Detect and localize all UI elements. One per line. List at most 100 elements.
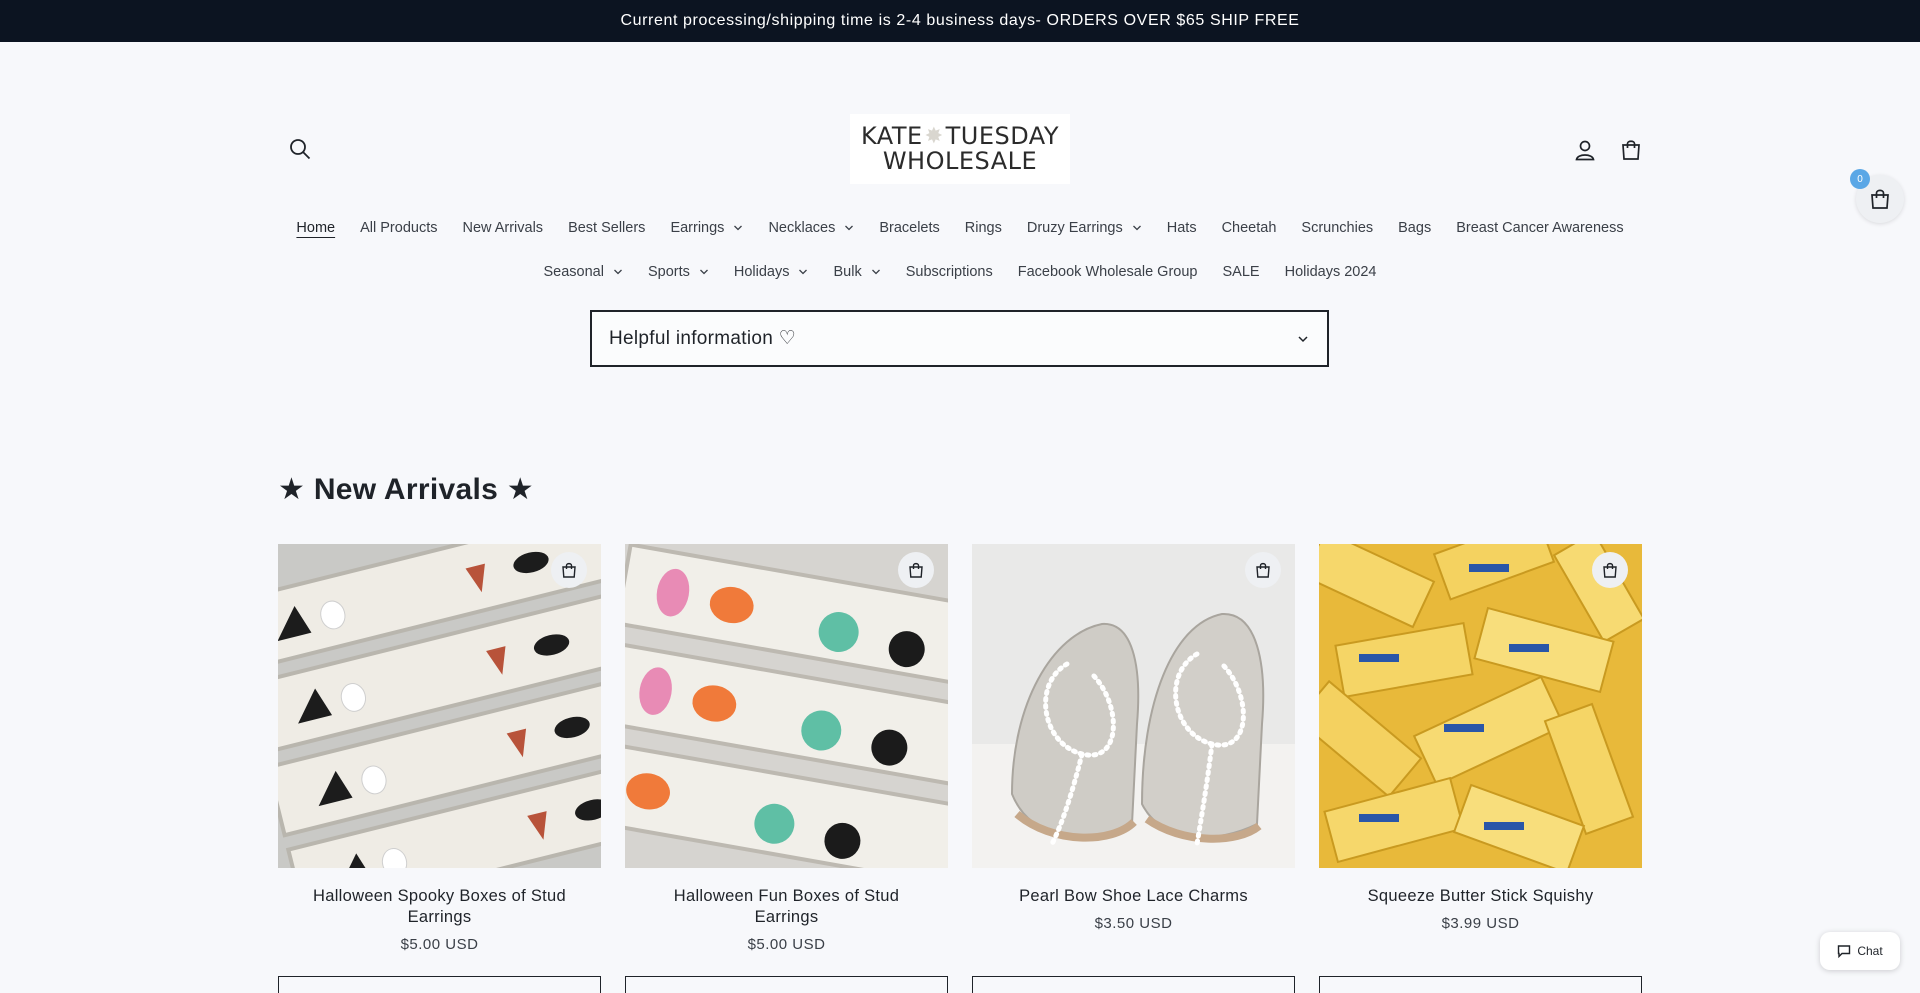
butter-squishy-photo [1319,544,1642,868]
nav-item-subscriptions[interactable]: Subscriptions [893,262,1005,282]
nav-item-bulk[interactable]: Bulk [821,262,893,282]
chevron-down-icon [845,225,854,231]
product-card[interactable]: Squeeze Butter Stick Squishy $3.99 USD [1319,544,1642,993]
main-nav-row-1: Home All Products New Arrivals Best Sellers… [0,218,1920,238]
product-grid: Halloween Spooky Boxes of Stud Earrings … [278,544,1642,993]
product-image[interactable] [972,544,1295,868]
nav-item-label: SALE [1222,264,1260,280]
nav-item-label: Subscriptions [905,264,993,280]
chevron-down-icon [871,269,880,275]
nav-item-label: Bulk [833,264,862,280]
announcement-text: Current processing/shipping time is 2-4 … [620,12,1300,29]
quick-add-button[interactable] [1592,552,1628,588]
cart-button[interactable] [1616,135,1646,165]
nav-item-necklaces[interactable]: Necklaces [756,218,867,238]
nav-item-best-sellers[interactable]: Best Sellers [556,218,658,238]
nav-item-label: Breast Cancer Awareness [1456,220,1624,236]
quick-add-button[interactable] [898,552,934,588]
floating-cart-button[interactable]: 0 [1850,169,1904,223]
nav-item-label: Bags [1398,220,1432,236]
nav-item-bracelets[interactable]: Bracelets [867,218,952,238]
earring-box-photo [625,544,948,868]
product-card[interactable]: Halloween Spooky Boxes of Stud Earrings … [278,544,601,993]
product-card[interactable]: Halloween Fun Boxes of Stud Earrings $5.… [625,544,948,993]
chevron-down-icon [1298,335,1308,342]
nav-item-label: New Arrivals [462,220,544,236]
nav-item-label: Scrunchies [1301,220,1374,236]
nav-item-bags[interactable]: Bags [1386,218,1444,238]
chevron-down-icon [734,225,743,231]
add-to-cart-button[interactable] [625,976,948,993]
product-card[interactable]: Pearl Bow Shoe Lace Charms $3.50 USD [972,544,1295,993]
main-nav-row-2: Seasonal Sports Holidays Bulk Subscriptions F… [0,262,1920,282]
shopping-bag-plus-icon [909,562,923,578]
nav-item-label: Facebook Wholesale Group [1017,264,1198,280]
nav-item-label: Necklaces [768,220,836,236]
site-header: KATE ✸ TUESDAY WHOLESALE Home All Product… [0,42,1920,280]
nav-item-home[interactable]: Home [284,218,348,238]
search-icon [290,139,311,160]
quick-add-button[interactable] [551,552,587,588]
quick-add-button[interactable] [1245,552,1281,588]
nav-item-hats[interactable]: Hats [1154,218,1209,238]
nav-item-holidays-2024[interactable]: Holidays 2024 [1272,262,1389,282]
product-title[interactable]: Pearl Bow Shoe Lace Charms [972,886,1295,907]
nav-item-label: Earrings [670,220,725,236]
chat-bubble-icon [1838,945,1851,958]
account-button[interactable] [1570,135,1600,165]
nav-item-label: Bracelets [879,220,940,236]
nav-item-sale[interactable]: SALE [1210,262,1272,282]
product-price: $5.00 USD [400,936,479,953]
cart-count-badge: 0 [1850,169,1870,189]
chevron-down-icon [799,269,808,275]
logo-star-icon: ✸ [924,123,944,149]
product-title[interactable]: Squeeze Butter Stick Squishy [1319,886,1642,907]
product-image[interactable] [278,544,601,868]
nav-item-label: Hats [1166,220,1197,236]
helpful-information-accordion[interactable]: Helpful information ♡ [590,310,1329,367]
announcement-bar: Current processing/shipping time is 2-4 … [0,0,1920,42]
nav-item-breast-cancer-awareness[interactable]: Breast Cancer Awareness [1444,218,1636,238]
nav-item-rings[interactable]: Rings [952,218,1014,238]
product-image[interactable] [625,544,948,868]
nav-item-label: Holidays [733,264,790,280]
nav-item-label: Seasonal [543,264,604,280]
product-price: $3.50 USD [1094,915,1173,932]
product-title[interactable]: Halloween Fun Boxes of Stud Earrings [625,886,948,928]
shopping-bag-plus-icon [1603,562,1617,578]
nav-item-cheetah[interactable]: Cheetah [1209,218,1289,238]
nav-item-label: Holidays 2024 [1284,264,1377,280]
product-price: $5.00 USD [747,936,826,953]
product-price: $3.99 USD [1441,915,1520,932]
nav-item-new-arrivals[interactable]: New Arrivals [450,218,556,238]
add-to-cart-button[interactable] [278,976,601,993]
logo-text-wholesale: WHOLESALE [882,147,1038,175]
nav-item-all-products[interactable]: All Products [348,218,450,238]
nav-item-earrings[interactable]: Earrings [658,218,756,238]
nav-item-label: Rings [964,220,1002,236]
logo-text-kate: KATE [860,121,923,150]
product-image[interactable] [1319,544,1642,868]
nav-item-scrunchies[interactable]: Scrunchies [1289,218,1386,238]
chat-label: Chat [1857,944,1883,958]
search-button[interactable] [285,134,315,164]
chat-button[interactable]: Chat [1820,932,1900,970]
logo-text-tuesday: TUESDAY [945,121,1060,150]
sneaker-photo [972,544,1295,868]
chevron-down-icon [613,269,622,275]
chevron-down-icon [699,269,708,275]
nav-item-seasonal[interactable]: Seasonal [531,262,635,282]
product-title[interactable]: Halloween Spooky Boxes of Stud Earrings [278,886,601,928]
nav-item-label: Druzy Earrings [1026,220,1123,236]
add-to-cart-button[interactable] [972,976,1295,993]
nav-item-facebook-wholesale-group[interactable]: Facebook Wholesale Group [1005,262,1210,282]
add-to-cart-button[interactable] [1319,976,1642,993]
account-icon [1575,140,1595,161]
nav-item-sports[interactable]: Sports [635,262,721,282]
earring-box-photo [278,544,601,868]
nav-item-druzy-earrings[interactable]: Druzy Earrings [1014,218,1154,238]
nav-item-holidays[interactable]: Holidays [721,262,821,282]
store-logo[interactable]: KATE ✸ TUESDAY WHOLESALE [850,114,1070,184]
nav-item-label: All Products [360,220,438,236]
nav-item-label: Home [296,220,336,236]
